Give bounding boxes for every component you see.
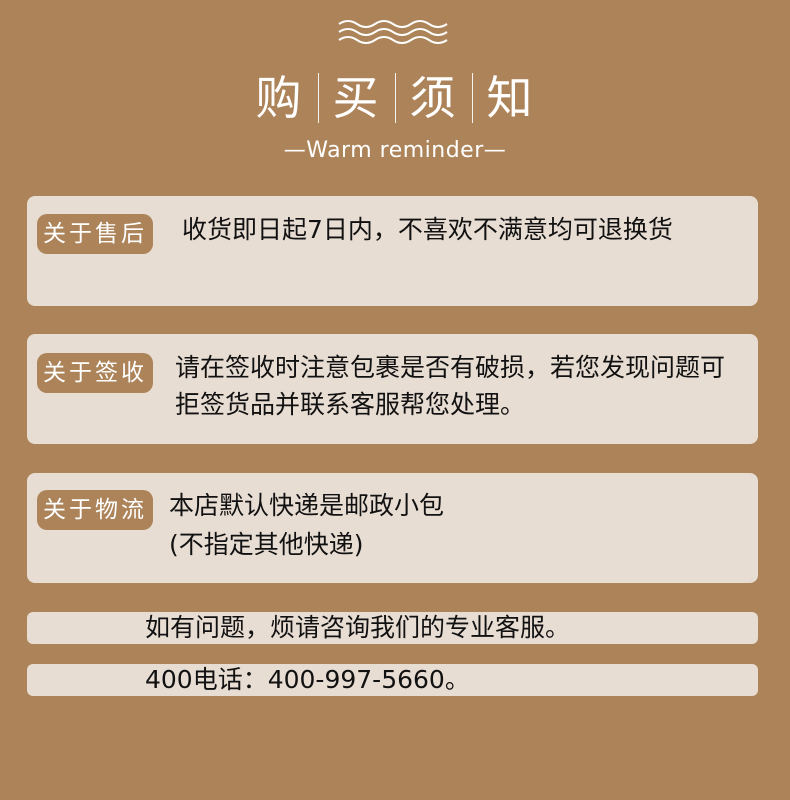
- title-divider: [394, 73, 396, 123]
- title-divider: [471, 73, 473, 123]
- logistics-text-line2: (不指定其他快递): [169, 530, 364, 559]
- title-divider: [317, 73, 319, 123]
- phone-strip: 400电话：400-997-5660。: [27, 664, 758, 696]
- phone-text: 400电话：400-997-5660。: [145, 665, 470, 694]
- title-char: 须: [409, 71, 458, 125]
- sign-for-tag: 关于签收: [37, 353, 153, 393]
- logistics-card: 关于物流 本店默认快递是邮政小包 (不指定其他快递): [27, 473, 758, 583]
- title-char: 买: [332, 71, 381, 125]
- contact-strip: 如有问题，烦请咨询我们的专业客服。: [27, 612, 758, 644]
- after-sales-card: 关于售后 收货即日起7日内，不喜欢不满意均可退换货: [27, 196, 758, 306]
- title-char: 购: [255, 71, 304, 125]
- after-sales-text: 收货即日起7日内，不喜欢不满意均可退换货: [182, 215, 673, 244]
- waves-icon: [338, 20, 448, 44]
- logistics-tag: 关于物流: [37, 490, 153, 530]
- contact-text: 如有问题，烦请咨询我们的专业客服。: [145, 613, 571, 642]
- title-char: 知: [486, 71, 535, 125]
- sign-for-text: 请在签收时注意包裹是否有破损，若您发现问题可拒签货品并联系客服帮您处理。: [175, 353, 726, 419]
- sign-for-card: 关于签收 请在签收时注意包裹是否有破损，若您发现问题可拒签货品并联系客服帮您处理…: [27, 334, 758, 444]
- logistics-text-line1: 本店默认快递是邮政小包: [169, 491, 445, 520]
- page-subtitle: —Warm reminder—: [283, 138, 507, 163]
- page-title: 购 买 须 知: [0, 70, 790, 126]
- after-sales-tag: 关于售后: [37, 214, 153, 254]
